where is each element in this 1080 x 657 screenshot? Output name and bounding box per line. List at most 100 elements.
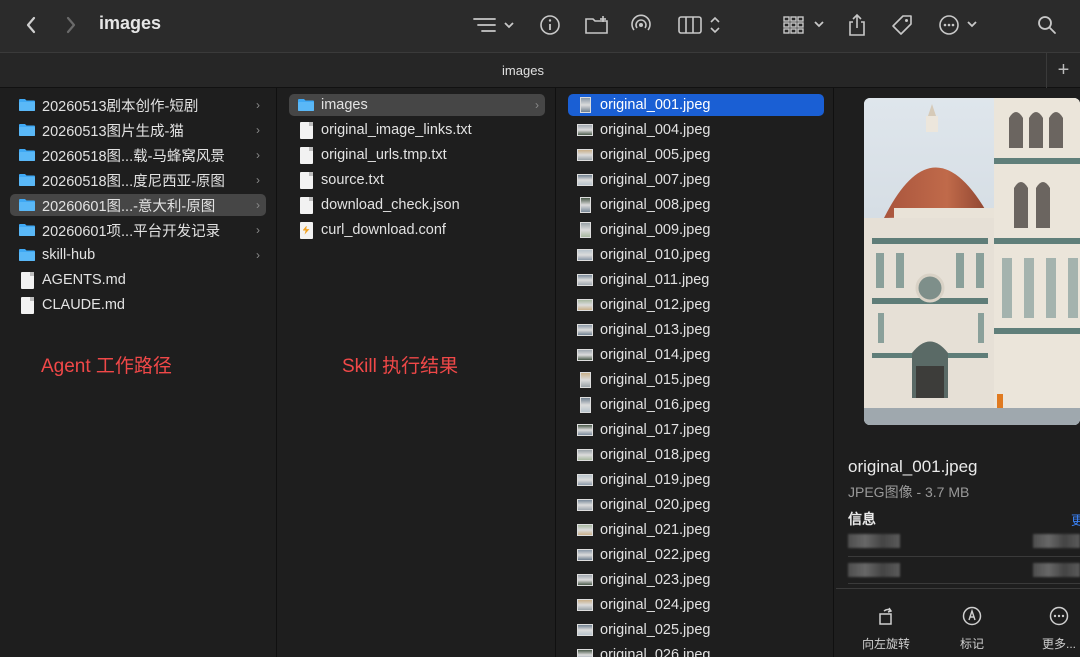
share-icon[interactable] — [845, 10, 869, 40]
document-icon — [18, 271, 36, 289]
file-row[interactable]: original_010.jpeg — [568, 244, 824, 266]
chevron-right-icon: › — [256, 248, 260, 262]
file-row[interactable]: original_024.jpeg — [568, 594, 824, 616]
list-item[interactable]: source.txt — [289, 169, 545, 191]
image-thumbnail-icon — [576, 522, 594, 538]
more-button[interactable]: 更多... — [1029, 605, 1080, 652]
file-row[interactable]: original_023.jpeg — [568, 569, 824, 591]
folder-icon — [18, 122, 36, 138]
file-row[interactable]: original_017.jpeg — [568, 419, 824, 441]
image-thumbnail-icon — [576, 322, 594, 338]
airdrop-icon[interactable] — [627, 10, 655, 40]
file-row[interactable]: original_001.jpeg — [568, 94, 824, 116]
image-thumbnail-icon — [576, 622, 594, 638]
more-actions-button[interactable] — [937, 10, 981, 40]
list-item-label: skill-hub — [42, 247, 96, 263]
file-row[interactable]: original_011.jpeg — [568, 269, 824, 291]
file-row[interactable]: original_013.jpeg — [568, 319, 824, 341]
list-item[interactable]: curl_download.conf — [289, 219, 545, 241]
folder-icon — [18, 172, 36, 188]
back-button[interactable] — [20, 10, 42, 40]
list-item[interactable]: AGENTS.md — [10, 269, 266, 291]
markup-label: 标记 — [959, 637, 984, 651]
chevron-right-icon: › — [535, 98, 539, 112]
annotation-agent-path: Agent 工作路径 — [41, 356, 172, 377]
file-row-label: original_020.jpeg — [600, 497, 711, 513]
info-icon[interactable] — [537, 10, 563, 40]
file-row[interactable]: original_021.jpeg — [568, 519, 824, 541]
file-row[interactable]: original_016.jpeg — [568, 394, 824, 416]
tab-images[interactable]: images — [0, 63, 1046, 78]
file-row[interactable]: original_025.jpeg — [568, 619, 824, 641]
list-item[interactable]: 20260513图片生成-猫 › — [10, 119, 266, 141]
file-row[interactable]: original_012.jpeg — [568, 294, 824, 316]
list-item-label: download_check.json — [321, 197, 460, 213]
file-row[interactable]: original_008.jpeg — [568, 194, 824, 216]
file-row-label: original_001.jpeg — [600, 97, 711, 113]
file-row[interactable]: original_004.jpeg — [568, 119, 824, 141]
chevron-right-icon: › — [256, 223, 260, 237]
tag-icon[interactable] — [889, 10, 915, 40]
file-row[interactable]: original_009.jpeg — [568, 219, 824, 241]
file-row-label: original_026.jpeg — [600, 647, 711, 657]
new-folder-icon[interactable] — [582, 10, 612, 40]
preview-file-kind: JPEG图像 - 3.7 MB — [848, 484, 970, 500]
list-item[interactable]: images › — [289, 94, 545, 116]
markup-icon — [942, 605, 1002, 627]
file-row[interactable]: original_007.jpeg — [568, 169, 824, 191]
list-item[interactable]: skill-hub › — [10, 244, 266, 266]
list-item[interactable]: download_check.json — [289, 194, 545, 216]
file-row[interactable]: original_005.jpeg — [568, 144, 824, 166]
forward-button[interactable] — [60, 10, 82, 40]
group-view-button[interactable] — [470, 10, 518, 40]
list-item[interactable]: original_urls.tmp.txt — [289, 144, 545, 166]
image-thumbnail-icon — [576, 147, 594, 163]
file-row[interactable]: original_020.jpeg — [568, 494, 824, 516]
preview-more-link[interactable]: 更 — [1071, 510, 1080, 529]
image-thumbnail-icon — [576, 497, 594, 513]
file-row[interactable]: original_015.jpeg — [568, 369, 824, 391]
redacted-value — [1033, 563, 1080, 577]
file-row[interactable]: original_018.jpeg — [568, 444, 824, 466]
document-icon — [297, 196, 315, 214]
image-thumbnail-icon — [576, 572, 594, 588]
redacted-field — [848, 534, 900, 548]
search-icon[interactable] — [1035, 10, 1059, 40]
file-row[interactable]: original_014.jpeg — [568, 344, 824, 366]
image-thumbnail-icon — [576, 247, 594, 263]
rotate-left-button[interactable]: 向左旋转 — [856, 605, 916, 652]
file-row-label: original_005.jpeg — [600, 147, 711, 163]
rotate-left-icon — [856, 605, 916, 627]
list-item-label: 20260513剧本创作-短剧 — [42, 98, 199, 115]
list-item[interactable]: 20260601图...-意大利-原图 › — [10, 194, 266, 216]
list-item[interactable]: original_image_links.txt — [289, 119, 545, 141]
folder-icon — [18, 97, 36, 113]
preview-image — [864, 98, 1080, 425]
image-thumbnail-icon — [576, 372, 594, 388]
image-thumbnail-icon — [576, 597, 594, 613]
list-item-label: images — [321, 97, 368, 113]
folder-icon — [18, 197, 36, 213]
file-row-label: original_014.jpeg — [600, 347, 711, 363]
more-icon — [1029, 605, 1080, 627]
file-row-label: original_025.jpeg — [600, 622, 711, 638]
list-item[interactable]: 20260601项...平台开发记录 › — [10, 219, 266, 241]
file-row[interactable]: original_019.jpeg — [568, 469, 824, 491]
file-row-label: original_023.jpeg — [600, 572, 711, 588]
image-thumbnail-icon — [576, 347, 594, 363]
file-row[interactable]: original_026.jpeg — [568, 644, 824, 657]
file-row-label: original_018.jpeg — [600, 447, 711, 463]
new-tab-button[interactable]: + — [1046, 53, 1080, 88]
file-row-label: original_024.jpeg — [600, 597, 711, 613]
list-item[interactable]: 20260518图...载-马蜂窝风景 › — [10, 144, 266, 166]
view-mode-button[interactable] — [676, 10, 724, 40]
list-item[interactable]: 20260513剧本创作-短剧 › — [10, 94, 266, 116]
folder-icon — [18, 222, 36, 238]
gallery-group-button[interactable] — [780, 10, 828, 40]
list-item-label: source.txt — [321, 172, 384, 188]
chevron-right-icon: › — [256, 98, 260, 112]
markup-button[interactable]: 标记 — [942, 605, 1002, 652]
list-item[interactable]: 20260518图...度尼西亚-原图 › — [10, 169, 266, 191]
list-item[interactable]: CLAUDE.md — [10, 294, 266, 316]
file-row[interactable]: original_022.jpeg — [568, 544, 824, 566]
